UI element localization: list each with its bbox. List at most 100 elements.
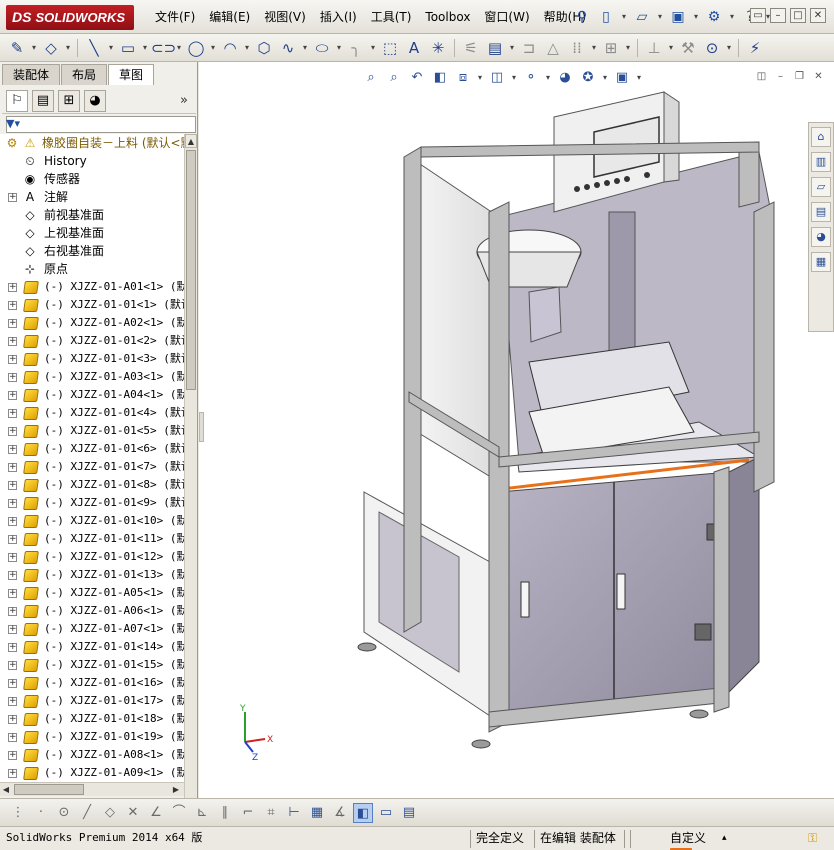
component-row[interactable]: + (-) XJZZ-01-A06<1> (默认 (0, 602, 184, 620)
circle-dropdown-icon[interactable]: ▾ (209, 38, 217, 58)
hide-show-dropdown-icon[interactable]: ▾ (544, 68, 552, 88)
display-style-icon[interactable]: ◫ (487, 68, 507, 88)
tree-item[interactable]: ⏲ History (0, 152, 184, 170)
scroll-thumb[interactable] (186, 150, 196, 390)
close-icon[interactable]: ✕ (810, 8, 826, 23)
expand-icon[interactable]: + (8, 337, 17, 346)
options-icon[interactable]: ⚙ (704, 7, 724, 27)
polygon-icon[interactable]: ⬡ (253, 37, 275, 59)
previous-view-icon[interactable]: ↶ (407, 68, 427, 88)
component-row[interactable]: + (-) XJZZ-01-01<7> (默认 (0, 458, 184, 476)
component-row[interactable]: + (-) XJZZ-01-01<13> (默认 (0, 566, 184, 584)
view-orientation-icon[interactable]: ⧈ (453, 68, 473, 88)
plane-tool-icon[interactable]: ⬚ (379, 37, 401, 59)
tab-1[interactable]: 布局 (61, 64, 108, 85)
tree-item[interactable]: ◇ 前视基准面 (0, 206, 184, 224)
expand-panel-icon[interactable]: » (180, 93, 188, 108)
component-row[interactable]: + (-) XJZZ-01-01<16> (默认 (0, 674, 184, 692)
panel-splitter-grip[interactable] (199, 412, 204, 442)
component-row[interactable]: + (-) XJZZ-01-A07<1> (默认 (0, 620, 184, 638)
property-manager-icon[interactable]: ▤ (32, 89, 54, 112)
expand-icon[interactable]: + (8, 697, 17, 706)
shaded-view-icon[interactable]: ◧ (353, 802, 373, 823)
arc-icon[interactable]: ◠ (219, 37, 241, 59)
fillet-dropdown-icon[interactable]: ▾ (369, 38, 377, 58)
grid-toggle-icon[interactable]: ▦ (307, 803, 327, 823)
units-status[interactable]: 自定义 (670, 827, 706, 850)
menu-item[interactable]: Toolbox (418, 0, 477, 34)
fillet-icon[interactable]: ╮ (345, 37, 367, 59)
tree-horizontal-scrollbar[interactable]: ◀ ▶ (0, 782, 184, 796)
view-settings-dropdown-icon[interactable]: ▾ (635, 68, 643, 88)
mirror-entities-icon[interactable]: △ (542, 37, 564, 59)
scroll-left-icon[interactable]: ◀ (0, 783, 12, 796)
spline-dropdown-icon[interactable]: ▾ (301, 38, 309, 58)
configuration-manager-icon[interactable]: ⊞ (58, 89, 80, 112)
apply-scene-icon[interactable]: ✪ (578, 68, 598, 88)
component-row[interactable]: + (-) XJZZ-01-01<9> (默认 (0, 494, 184, 512)
arc-dropdown-icon[interactable]: ▾ (243, 38, 251, 58)
expand-icon[interactable]: + (8, 391, 17, 400)
point-snap-icon[interactable]: · (31, 803, 51, 823)
new-document-icon[interactable]: ▯ (596, 7, 616, 27)
component-row[interactable]: + (-) XJZZ-01-A05<1> (默认 (0, 584, 184, 602)
window-layout-icon[interactable]: ▭ (376, 803, 396, 823)
view-palette-icon[interactable]: ▤ (811, 202, 831, 222)
parallel-snap-icon[interactable]: ∥ (215, 803, 235, 823)
linear-pattern-icon[interactable]: ⁞⁞ (566, 37, 588, 59)
move-dropdown-icon[interactable]: ▾ (624, 38, 632, 58)
expand-icon[interactable]: + (8, 373, 17, 382)
point-icon[interactable]: ✳ (427, 37, 449, 59)
maximize-icon[interactable]: □ (790, 8, 806, 23)
angle-snap-icon[interactable]: ∡ (330, 803, 350, 823)
convert-dropdown-icon[interactable]: ▾ (508, 38, 516, 58)
new-dropdown-icon[interactable]: ▾ (620, 7, 628, 27)
convert-entities-icon[interactable]: ▤ (484, 37, 506, 59)
menu-item[interactable]: 窗口(W) (477, 0, 536, 34)
intersection-snap-icon[interactable]: ✕ (123, 803, 143, 823)
expand-icon[interactable]: + (8, 751, 17, 760)
menu-item[interactable]: 视图(V) (257, 0, 313, 34)
restore-doc-icon[interactable]: ▭ (750, 8, 766, 23)
scene-dropdown-icon[interactable]: ▾ (601, 68, 609, 88)
component-row[interactable]: + (-) XJZZ-01-01<4> (默认 (0, 404, 184, 422)
text-tool-icon[interactable]: A (403, 37, 425, 59)
display-manager-icon[interactable]: ◕ (84, 89, 106, 112)
dimension-toggle-icon[interactable]: ⊢ (284, 803, 304, 823)
save-icon[interactable]: ▣ (668, 7, 688, 27)
minimize-icon[interactable]: – (770, 8, 786, 23)
close-view-icon[interactable]: ✕ (811, 70, 826, 84)
component-row[interactable]: + (-) XJZZ-01-01<1> (默认 (0, 296, 184, 314)
pin-icon[interactable]: ⚲ (572, 7, 592, 27)
component-row[interactable]: + (-) XJZZ-01-01<11> (默认 (0, 530, 184, 548)
expand-icon[interactable]: + (8, 499, 17, 508)
tangent-snap-icon[interactable]: ⌒ (169, 803, 189, 823)
minimize-view-icon[interactable]: – (773, 70, 788, 84)
expand-icon[interactable]: + (8, 715, 17, 724)
tree-item[interactable]: ◉ 传感器 (0, 170, 184, 188)
component-row[interactable]: + (-) XJZZ-01-01<19> (默认 (0, 728, 184, 746)
table-view-icon[interactable]: ▤ (399, 803, 419, 823)
slot-icon[interactable]: ⊂⊃ (151, 37, 176, 59)
expand-icon[interactable]: + (8, 517, 17, 526)
component-row[interactable]: + (-) XJZZ-01-01<8> (默认 (0, 476, 184, 494)
zoom-to-fit-icon[interactable]: ⌕ (361, 68, 381, 88)
component-row[interactable]: + (-) XJZZ-01-01<10> (默认 (0, 512, 184, 530)
expand-icon[interactable]: + (8, 571, 17, 580)
display-style-dropdown-icon[interactable]: ▾ (510, 68, 518, 88)
orientation-dropdown-icon[interactable]: ▾ (476, 68, 484, 88)
expand-icon[interactable]: + (8, 607, 17, 616)
filter-input[interactable] (6, 116, 196, 133)
component-row[interactable]: + (-) XJZZ-01-01<12> (默认 (0, 548, 184, 566)
save-dropdown-icon[interactable]: ▾ (692, 7, 700, 27)
component-row[interactable]: + (-) XJZZ-01-01<15> (默认 (0, 656, 184, 674)
tree-item[interactable]: + A 注解 (0, 188, 184, 206)
tree-root-assembly[interactable]: ⚙ ⚠ 橡胶圈自装－上料 (默认<默认_显示状态-1>) (0, 134, 184, 152)
expand-icon[interactable]: + (8, 463, 17, 472)
graphics-area[interactable]: ⌕ ⌕ ↶ ◧ ⧈ ▾ ◫ ▾ ⚬ ▾ ◕ ✪ ▾ ▣ ▾ ◫ – ❐ ✕ ⌂ ▥ ▱ ▤… (199, 62, 834, 798)
quick-snaps-icon[interactable]: ⊙ (701, 37, 723, 59)
snaps-dropdown-icon[interactable]: ▾ (725, 38, 733, 58)
expand-icon[interactable]: + (8, 301, 17, 310)
rectangle-dropdown-icon[interactable]: ▾ (141, 38, 149, 58)
component-row[interactable]: + (-) XJZZ-01-A08<1> (默认 (0, 746, 184, 764)
